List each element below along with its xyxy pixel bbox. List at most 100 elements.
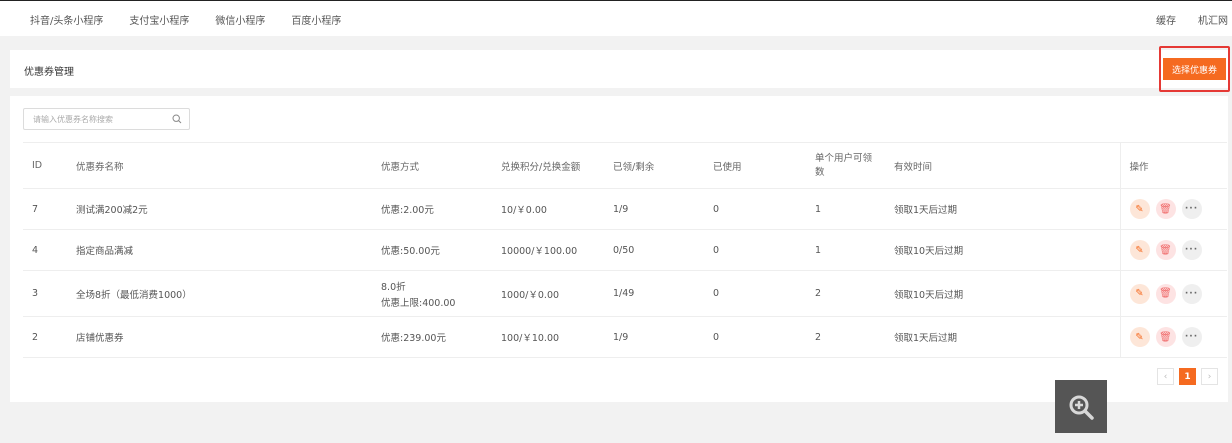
- more-icon: ···: [1184, 204, 1199, 214]
- more-button[interactable]: ···: [1181, 283, 1202, 304]
- edit-button[interactable]: ✎: [1129, 327, 1150, 347]
- more-icon: ···: [1184, 288, 1199, 299]
- table-header-row: ID 优惠券名称 优惠方式 兑换积分/兑换金额 已领/剩余 已使用 单个用户可领…: [23, 142, 1227, 189]
- discount-text: 优惠:50.00元: [381, 246, 440, 257]
- discount-text: 优惠:2.00元: [381, 205, 434, 216]
- cell-name: 测试满200减2元: [67, 188, 372, 230]
- cell-actions: ✎ 🗑︎ ···: [1120, 270, 1227, 317]
- delete-button[interactable]: 🗑︎: [1155, 240, 1176, 260]
- cell-used: 0: [704, 316, 806, 358]
- prev-page-button[interactable]: ‹: [1157, 368, 1174, 385]
- site-name-link[interactable]: 机汇网: [1198, 12, 1228, 27]
- cell-claimed: 0/50: [604, 229, 704, 271]
- trash-icon: 🗑︎: [1159, 203, 1172, 215]
- cell-used: 0: [704, 188, 806, 230]
- cell-exchange: 10000/￥100.00: [492, 229, 604, 271]
- cell-id: 3: [23, 270, 67, 317]
- cell-per-user: 2: [806, 270, 885, 317]
- top-navigation-bar: 抖音/头条小程序 支付宝小程序 微信小程序 百度小程序 缓存 机汇网: [0, 0, 1232, 36]
- mini-program-tabs: 抖音/头条小程序 支付宝小程序 微信小程序 百度小程序: [30, 12, 341, 27]
- col-header-used: 已使用: [704, 142, 806, 189]
- cell-name: 店铺优惠券: [67, 316, 372, 358]
- cell-discount: 优惠:50.00元: [372, 229, 492, 271]
- select-coupon-button[interactable]: 选择优惠券: [1163, 58, 1226, 80]
- cell-actions: ✎ 🗑︎ ···: [1120, 316, 1227, 358]
- more-icon: ···: [1184, 245, 1199, 255]
- cache-link[interactable]: 缓存: [1156, 12, 1176, 27]
- pagination: ‹ 1 ›: [1157, 368, 1218, 385]
- page-header: 优惠券管理: [10, 50, 1228, 88]
- cell-used: 0: [704, 229, 806, 271]
- search-input[interactable]: [24, 109, 164, 129]
- cell-claimed: 1/9: [604, 188, 704, 230]
- tab-wechat[interactable]: 微信小程序: [215, 12, 265, 27]
- trash-icon: 🗑︎: [1159, 288, 1172, 299]
- col-header-id: ID: [23, 142, 67, 189]
- pencil-icon: ✎: [1135, 203, 1144, 215]
- tab-baidu[interactable]: 百度小程序: [291, 12, 341, 27]
- page-number-button[interactable]: 1: [1179, 368, 1196, 385]
- coupon-list-card: ID 优惠券名称 优惠方式 兑换积分/兑换金额 已领/剩余 已使用 单个用户可领…: [10, 96, 1228, 402]
- cell-exchange: 10/￥0.00: [492, 188, 604, 230]
- discount-text: 8.0折: [381, 281, 406, 293]
- cell-discount: 优惠:239.00元: [372, 316, 492, 358]
- more-button[interactable]: ···: [1181, 240, 1202, 260]
- table-row: 2 店铺优惠券 优惠:239.00元 100/￥10.00 1/9 0 2 领取…: [23, 316, 1227, 358]
- delete-button[interactable]: 🗑︎: [1155, 327, 1176, 347]
- col-header-name: 优惠券名称: [67, 142, 372, 189]
- cell-claimed: 1/9: [604, 316, 704, 358]
- cell-discount: 优惠:2.00元: [372, 188, 492, 230]
- zoom-button[interactable]: [1055, 380, 1107, 433]
- col-header-valid: 有效时间: [885, 142, 1121, 189]
- search-icon[interactable]: [172, 114, 182, 124]
- table-row: 4 指定商品满减 优惠:50.00元 10000/￥100.00 0/50 0 …: [23, 229, 1227, 271]
- col-header-exchange: 兑换积分/兑换金额: [492, 142, 604, 189]
- delete-button[interactable]: 🗑︎: [1155, 199, 1176, 219]
- trash-icon: 🗑︎: [1159, 331, 1172, 343]
- delete-button[interactable]: 🗑︎: [1155, 283, 1176, 304]
- cell-valid: 领取1天后过期: [885, 188, 1121, 230]
- col-header-per-user: 单个用户可领数: [806, 142, 885, 189]
- trash-icon: 🗑︎: [1159, 244, 1172, 256]
- pencil-icon: ✎: [1135, 331, 1144, 343]
- search-box: [23, 108, 190, 130]
- more-icon: ···: [1184, 332, 1199, 342]
- cell-id: 2: [23, 316, 67, 358]
- cell-id: 7: [23, 188, 67, 230]
- cell-discount: 8.0折 优惠上限:400.00: [372, 270, 492, 317]
- discount-text: 优惠:239.00元: [381, 333, 446, 344]
- tab-alipay[interactable]: 支付宝小程序: [129, 12, 189, 27]
- cell-valid: 领取1天后过期: [885, 316, 1121, 358]
- cell-per-user: 1: [806, 188, 885, 230]
- more-button[interactable]: ···: [1181, 327, 1202, 347]
- discount-limit-text: 优惠上限:400.00: [381, 297, 456, 309]
- pencil-icon: ✎: [1135, 288, 1144, 299]
- edit-button[interactable]: ✎: [1129, 283, 1150, 304]
- cell-name: 指定商品满减: [67, 229, 372, 271]
- cell-per-user: 2: [806, 316, 885, 358]
- cell-id: 4: [23, 229, 67, 271]
- cell-name: 全场8折（最低消费1000）: [67, 270, 372, 317]
- zoom-in-icon: [1069, 395, 1094, 420]
- col-header-claimed: 已领/剩余: [604, 142, 704, 189]
- table-row: 3 全场8折（最低消费1000） 8.0折 优惠上限:400.00 1000/￥…: [23, 270, 1227, 317]
- cell-valid: 领取10天后过期: [885, 270, 1121, 317]
- col-header-actions: 操作: [1120, 142, 1227, 189]
- cell-actions: ✎ 🗑︎ ···: [1120, 229, 1227, 271]
- coupon-table: ID 优惠券名称 优惠方式 兑换积分/兑换金额 已领/剩余 已使用 单个用户可领…: [23, 142, 1227, 358]
- cell-actions: ✎ 🗑︎ ···: [1120, 188, 1227, 230]
- next-page-button[interactable]: ›: [1201, 368, 1218, 385]
- table-row: 7 测试满200减2元 优惠:2.00元 10/￥0.00 1/9 0 1 领取…: [23, 188, 1227, 230]
- more-button[interactable]: ···: [1181, 199, 1202, 219]
- cell-exchange: 100/￥10.00: [492, 316, 604, 358]
- cell-per-user: 1: [806, 229, 885, 271]
- cell-valid: 领取10天后过期: [885, 229, 1121, 271]
- pencil-icon: ✎: [1135, 244, 1144, 256]
- page-title: 优惠券管理: [24, 67, 74, 78]
- tab-douyin-toutiao[interactable]: 抖音/头条小程序: [30, 12, 103, 27]
- edit-button[interactable]: ✎: [1129, 199, 1150, 219]
- col-header-discount: 优惠方式: [372, 142, 492, 189]
- topbar-right-links: 缓存 机汇网: [1156, 12, 1228, 27]
- edit-button[interactable]: ✎: [1129, 240, 1150, 260]
- cell-used: 0: [704, 270, 806, 317]
